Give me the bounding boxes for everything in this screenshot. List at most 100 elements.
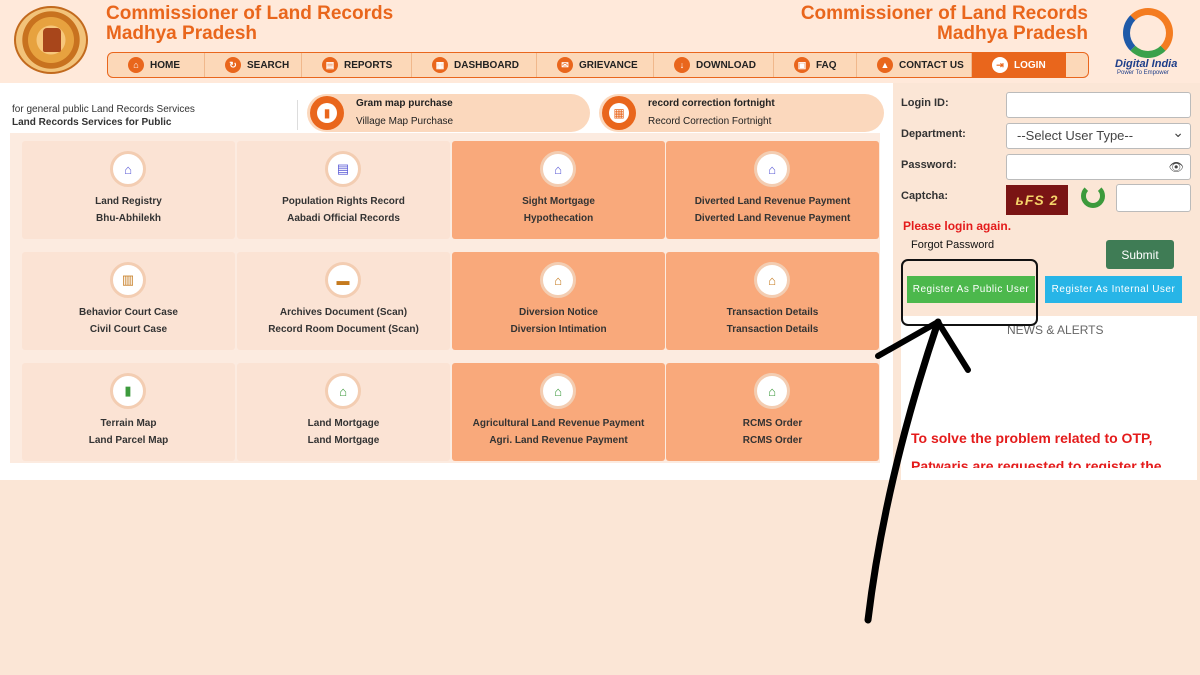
service-tile[interactable]: ⌂ RCMS Order RCMS Order: [666, 363, 879, 461]
alert-line2: Patwaris are requested to register the: [911, 458, 1162, 468]
tile-title: RCMS Order: [742, 418, 803, 429]
service-tile[interactable]: ▬ Archives Document (Scan) Record Room Doc…: [237, 252, 450, 350]
pill-subtitle: Record Correction Fortnight: [648, 116, 772, 127]
title-line2-right: Madhya Pradesh: [937, 23, 1088, 44]
service-tile[interactable]: ⌂ Sight Mortgage Hypothecation: [452, 141, 665, 239]
intro-line2: Land Records Services for Public: [12, 117, 172, 128]
department-select[interactable]: --Select User Type--: [1006, 120, 1191, 149]
grievance-icon: ✉: [557, 57, 573, 73]
password-label: Password:: [901, 159, 957, 171]
tile-title: Agricultural Land Revenue Payment: [472, 418, 645, 429]
register-public-button[interactable]: Register As Public User: [907, 276, 1035, 303]
captcha-image: ьFS 2: [1006, 185, 1068, 215]
intro-line1: for general public Land Records Services: [12, 104, 195, 115]
title-line1-right: Commissioner of Land Records: [800, 3, 1088, 24]
house-icon: ⌂: [325, 373, 361, 409]
house-icon: ⌂: [754, 373, 790, 409]
nav-item-grievance[interactable]: ✉ GRIEVANCE: [537, 53, 654, 77]
title-line1: Commissioner of Land Records: [106, 3, 394, 24]
error-message: Please login again.: [903, 219, 1012, 233]
main-nav: ⌂ HOME ↻ SEARCH ▤ REPORTS ▦ DASHBOARD ✉ GRIEVANCE…: [107, 52, 1089, 78]
tile-title: Diversion Notice: [519, 307, 598, 318]
site-header: Commissioner of Land Records Madhya Prad…: [0, 0, 1200, 83]
court-icon: ▥: [110, 262, 146, 298]
home-icon: ⌂: [128, 57, 144, 73]
pill-icon-circle: ▮: [310, 96, 344, 130]
service-tile[interactable]: ⌂ Transaction Details Transaction Details: [666, 252, 879, 350]
nav-label: CONTACT US: [899, 59, 964, 71]
login-id-label: Login ID:: [901, 97, 949, 109]
nav-label: GRIEVANCE: [579, 59, 638, 71]
map-icon: ▮: [317, 103, 337, 123]
dashboard-icon: ▦: [432, 57, 448, 73]
title-line2: Madhya Pradesh: [106, 23, 257, 44]
nav-item-download[interactable]: ↓ DOWNLOAD: [654, 53, 774, 77]
nav-item-reports[interactable]: ▤ REPORTS: [302, 53, 412, 77]
tile-title: Terrain Map: [100, 418, 157, 429]
department-label: Department:: [901, 128, 966, 140]
tile-subtitle: Bhu-Abhilekh: [96, 213, 161, 224]
tile-title: Diverted Land Revenue Payment: [694, 196, 851, 207]
reports-icon: ▤: [322, 57, 338, 73]
tile-subtitle: Hypothecation: [523, 213, 594, 224]
house-icon: ⌂: [540, 373, 576, 409]
nav-item-search[interactable]: ↻ SEARCH: [205, 53, 302, 77]
register-internal-button[interactable]: Register As Internal User: [1045, 276, 1182, 303]
site-title-left[interactable]: Commissioner of Land Records Madhya Prad…: [106, 4, 393, 44]
nav-item-contact-us[interactable]: ▲ CONTACT US: [857, 53, 972, 77]
captcha-input[interactable]: [1116, 184, 1191, 212]
pill-title: Gram map purchase: [356, 98, 453, 109]
house-icon: ⌂: [754, 262, 790, 298]
tile-subtitle: RCMS Order: [742, 435, 803, 446]
login-panel: Login ID: Department: --Select User Type…: [897, 90, 1197, 480]
tile-subtitle: Transaction Details: [726, 324, 819, 335]
pill-title: record correction fortnight: [648, 98, 775, 109]
pill-record-correction[interactable]: ▦ record correction fortnight Record Cor…: [599, 94, 884, 132]
service-tile[interactable]: ⌂ Land Mortgage Land Mortgage: [237, 363, 450, 461]
tile-title: Land Mortgage: [307, 418, 380, 429]
nav-label: SEARCH: [247, 59, 290, 71]
nav-label: LOGIN: [1014, 59, 1046, 71]
tile-title: Transaction Details: [726, 307, 819, 318]
nav-item-dashboard[interactable]: ▦ DASHBOARD: [412, 53, 537, 77]
nav-label: FAQ: [816, 59, 837, 71]
folder-icon: ▬: [325, 262, 361, 298]
service-tile[interactable]: ▤ Population Rights Record Aabadi Official…: [237, 141, 450, 239]
tile-subtitle: Agri. Land Revenue Payment: [489, 435, 628, 446]
register-icon: ▤: [325, 151, 361, 187]
nav-item-faq[interactable]: ▣ FAQ: [774, 53, 857, 77]
tile-title: Population Rights Record: [282, 196, 405, 207]
tile-subtitle: Aabadi Official Records: [287, 213, 400, 224]
service-grid: ⌂ Land Registry Bhu-Abhilekh ▤ Population Ri…: [10, 133, 880, 463]
nav-item-login[interactable]: ⇥ LOGIN: [972, 53, 1066, 77]
nav-item-home[interactable]: ⌂ HOME: [108, 53, 205, 77]
department-value: --Select User Type--: [1017, 128, 1134, 143]
service-tile[interactable]: ⌂ Land Registry Bhu-Abhilekh: [22, 141, 235, 239]
digital-india-logo[interactable]: Digital India Power To Empower: [1113, 6, 1193, 78]
pill-text: Gram map purchase Village Map Purchase: [356, 95, 453, 131]
eye-icon[interactable]: 👁: [1169, 155, 1184, 179]
tile-subtitle: Civil Court Case: [89, 324, 168, 335]
services-panel: for general public Land Records Services…: [0, 83, 893, 480]
pill-text: record correction fortnight Record Corre…: [648, 95, 775, 131]
login-id-input[interactable]: [1006, 92, 1191, 118]
password-input[interactable]: 👁: [1006, 154, 1191, 180]
calendar-icon: ▦: [609, 103, 629, 123]
service-tile[interactable]: ⌂ Diversion Notice Diversion Intimation: [452, 252, 665, 350]
pill-gram-map[interactable]: ▮ Gram map purchase Village Map Purchase: [307, 94, 590, 132]
nav-label: DASHBOARD: [454, 59, 519, 71]
digital-india-text: Digital India: [1115, 58, 1178, 70]
house-icon: ⌂: [754, 151, 790, 187]
tile-subtitle: Diverted Land Revenue Payment: [694, 213, 851, 224]
house-icon: ⌂: [540, 151, 576, 187]
service-tile[interactable]: ⌂ Agricultural Land Revenue Payment Agri. …: [452, 363, 665, 461]
refresh-captcha-icon[interactable]: [1081, 184, 1105, 208]
service-tile[interactable]: ▥ Behavior Court Case Civil Court Case: [22, 252, 235, 350]
forgot-password-link[interactable]: Forgot Password: [911, 239, 994, 251]
house-icon: ⌂: [110, 151, 146, 187]
submit-button[interactable]: Submit: [1106, 240, 1174, 269]
service-tile[interactable]: ⌂ Diverted Land Revenue Payment Diverted L…: [666, 141, 879, 239]
news-alerts-panel: NEWS & ALERTS To solve the problem relat…: [901, 316, 1197, 480]
book-icon: ▮: [110, 373, 146, 409]
service-tile[interactable]: ▮ Terrain Map Land Parcel Map: [22, 363, 235, 461]
